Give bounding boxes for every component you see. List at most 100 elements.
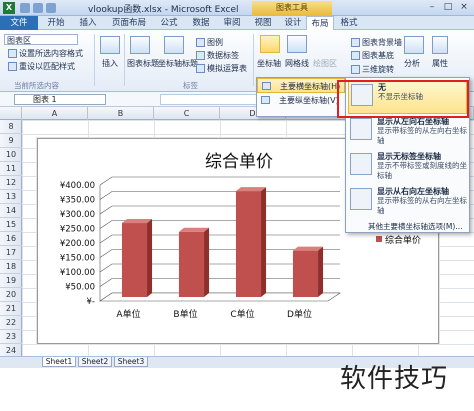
redo-icon[interactable] — [46, 3, 56, 13]
tab-insert[interactable]: 插入 — [74, 16, 102, 30]
row-header[interactable]: 8 — [0, 120, 22, 134]
properties-icon[interactable] — [432, 36, 448, 54]
row-header[interactable]: 19 — [0, 274, 22, 288]
row-header[interactable]: 10 — [0, 148, 22, 162]
ribbon-separator — [94, 34, 95, 86]
analysis-icon[interactable] — [404, 36, 424, 54]
row-header[interactable]: 11 — [0, 162, 22, 176]
format-selection-button[interactable]: 设置所选内容格式 — [8, 48, 83, 59]
close-button[interactable]: × — [457, 1, 471, 13]
plot-area-button[interactable]: 绘图区 — [313, 58, 337, 69]
right-to-left-axis-icon — [350, 188, 372, 210]
bar — [235, 191, 262, 297]
select-all-corner[interactable] — [0, 107, 22, 120]
row-header[interactable]: 21 — [0, 302, 22, 316]
bar-side — [147, 219, 153, 297]
chart-floor-icon — [351, 51, 360, 60]
tab-review[interactable]: 审阅 — [218, 16, 246, 30]
tab-layout[interactable]: 布局 — [306, 16, 334, 30]
watermark: 软件技巧 — [340, 364, 449, 394]
tab-view[interactable]: 视图 — [249, 16, 277, 30]
column-header[interactable]: B — [88, 107, 154, 120]
bar-side — [318, 246, 324, 297]
analysis-button[interactable]: 分析 — [404, 58, 420, 69]
y-tick-label: ¥- — [87, 297, 95, 307]
reset-style-button[interactable]: 重设以匹配样式 — [8, 61, 75, 72]
reset-icon — [8, 62, 17, 71]
axes-button[interactable]: 坐标轴 — [257, 58, 281, 69]
tab-design[interactable]: 设计 — [280, 16, 306, 30]
rotation-button[interactable]: 三维旋转 — [351, 64, 394, 75]
menu-item-primary-horizontal-axis[interactable]: 主要横坐标轴(H) — [257, 78, 345, 93]
tab-page-layout[interactable]: 页面布局 — [106, 16, 152, 30]
window-title: vlookup函数.xlsx - Microsoft Excel — [88, 5, 239, 15]
bar-top — [292, 246, 324, 251]
gridlines-button[interactable]: 网格线 — [285, 58, 309, 69]
submenu-item-right-to-left[interactable]: 显示从右向左坐标轴 显示带标签的从右向左坐标轴 — [348, 185, 467, 218]
axis-title-icon[interactable] — [164, 36, 184, 54]
submenu-item-desc: 显示不带标签或刻度线的坐标轴 — [377, 161, 467, 180]
row-header[interactable]: 9 — [0, 134, 22, 148]
chart-floor-button[interactable]: 图表基底 — [351, 50, 394, 61]
row-header[interactable]: 17 — [0, 246, 22, 260]
sheet-tab[interactable]: Sheet3 — [114, 357, 148, 367]
row-header[interactable]: 14 — [0, 204, 22, 218]
rotation-label: 三维旋转 — [362, 65, 394, 74]
rotation-icon — [351, 65, 360, 74]
ribbon-separator — [253, 34, 254, 86]
tab-file[interactable]: 文件 — [0, 16, 38, 30]
row-header[interactable]: 16 — [0, 232, 22, 246]
data-labels-button[interactable]: 数据标签 — [196, 50, 239, 61]
x-tick-label: B单位 — [173, 308, 197, 320]
row-header[interactable]: 23 — [0, 330, 22, 344]
legend-label: 综合单价 — [385, 234, 421, 246]
save-icon[interactable] — [20, 3, 30, 13]
x-tick-label: C单位 — [230, 308, 254, 320]
bar-side — [261, 187, 267, 297]
axes-icon[interactable] — [260, 35, 280, 53]
name-box[interactable]: 图表 1 — [14, 94, 106, 105]
tab-data[interactable]: 数据 — [187, 16, 215, 30]
maximize-button[interactable]: □ — [441, 1, 455, 13]
data-table-button[interactable]: 模拟运算表 — [196, 63, 247, 74]
row-header[interactable]: 18 — [0, 260, 22, 274]
legend-swatch — [376, 236, 382, 242]
data-labels-icon — [196, 51, 205, 60]
row-header[interactable]: 13 — [0, 190, 22, 204]
tab-formulas[interactable]: 公式 — [155, 16, 183, 30]
tab-format[interactable]: 格式 — [336, 16, 362, 30]
sheet-tab[interactable]: Sheet1 — [42, 357, 76, 367]
y-tick-label: ¥350.00 — [60, 196, 95, 206]
tab-home[interactable]: 开始 — [42, 16, 70, 30]
chart-wall-button[interactable]: 图表背景墙 — [351, 37, 402, 48]
undo-icon[interactable] — [33, 3, 43, 13]
legend-button[interactable]: 图例 — [196, 37, 223, 48]
insert-icon[interactable] — [100, 36, 120, 54]
menu-item-primary-vertical-axis[interactable]: 主要纵坐标轴(V) — [257, 93, 345, 108]
insert-button-label[interactable]: 插入 — [102, 58, 118, 69]
y-tick-label: ¥300.00 — [60, 210, 95, 220]
axes-dropdown-menu: 主要横坐标轴(H) 主要纵坐标轴(V) — [256, 77, 346, 117]
data-table-icon — [196, 64, 205, 73]
gridlines-icon[interactable] — [287, 35, 307, 53]
chart-elements-dropdown[interactable]: 图表区 — [4, 34, 78, 45]
row-header[interactable]: 22 — [0, 316, 22, 330]
sheet-tab[interactable]: Sheet2 — [78, 357, 112, 367]
column-header[interactable]: A — [22, 107, 88, 120]
row-header[interactable]: 12 — [0, 176, 22, 190]
minimize-button[interactable]: – — [425, 1, 439, 13]
y-tick-label: ¥250.00 — [60, 225, 95, 235]
y-tick-label: ¥400.00 — [60, 181, 95, 191]
more-axis-options[interactable]: 其他主要横坐标轴选项(M)... — [368, 221, 462, 232]
chart-title-button[interactable]: 图表标题 — [127, 58, 159, 69]
axis-title-button[interactable]: 坐标轴标题 — [158, 58, 198, 69]
chart-title-icon[interactable] — [130, 36, 150, 54]
properties-button[interactable]: 属性 — [432, 58, 448, 69]
row-header[interactable]: 20 — [0, 288, 22, 302]
column-header[interactable]: C — [154, 107, 220, 120]
submenu-item-no-labels[interactable]: 显示无标签坐标轴 显示不带标签或刻度线的坐标轴 — [348, 150, 467, 183]
bar — [292, 250, 319, 297]
submenu-item-left-to-right[interactable]: 显示从左向右坐标轴 显示带标签的从左向右坐标轴 — [348, 115, 467, 148]
excel-app-icon[interactable]: X — [3, 2, 15, 14]
row-header[interactable]: 15 — [0, 218, 22, 232]
